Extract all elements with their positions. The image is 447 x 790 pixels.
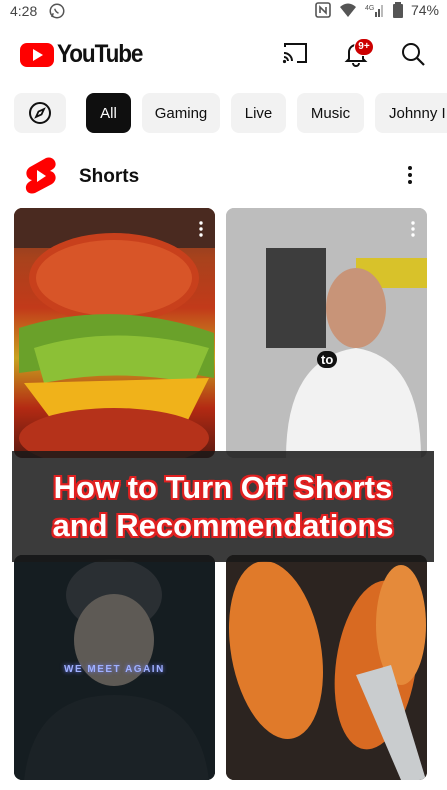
more-vert-icon[interactable] [402, 164, 418, 186]
battery-icon [392, 2, 403, 18]
title-overlay-banner: How to Turn Off Shorts and Recommendatio… [12, 451, 434, 562]
chip-gaming[interactable]: Gaming [142, 93, 220, 133]
status-time: 4:28 [10, 3, 38, 19]
chip-johnny[interactable]: Johnny I [375, 93, 447, 133]
chip-music[interactable]: Music [297, 93, 364, 133]
shorts-section-header: Shorts [0, 150, 447, 200]
overlay-line-1: How to Turn Off Shorts [53, 469, 393, 505]
top-app-bar: YouTube 9+ [0, 22, 447, 84]
chip-live[interactable]: Live [231, 93, 286, 133]
chip-all[interactable]: All [86, 93, 131, 133]
short-caption: WE MEET AGAIN [64, 664, 165, 675]
explore-icon [29, 102, 51, 124]
status-bar: 4:28 4G 74% [0, 0, 447, 22]
short-tile[interactable] [226, 555, 427, 780]
short-tile[interactable] [14, 208, 215, 458]
battery-percentage: 74% [410, 2, 439, 18]
short-tile[interactable]: WE MEET AGAIN [14, 555, 215, 780]
burger-thumbnail [14, 208, 215, 458]
more-vert-icon[interactable] [195, 220, 207, 238]
shorts-title: Shorts [79, 166, 140, 187]
short-tile[interactable]: to [226, 208, 427, 458]
wifi-icon [339, 3, 356, 17]
notification-badge: 9+ [354, 38, 374, 56]
bottom-nav-edge [0, 780, 447, 790]
shorts-icon [25, 157, 56, 194]
svg-text:4G: 4G [365, 5, 374, 12]
nfc-icon [315, 2, 331, 18]
overlay-line-2: and Recommendations [52, 507, 394, 543]
youtube-logo-icon [20, 42, 54, 67]
search-icon[interactable] [400, 41, 426, 67]
fried-chicken-thumbnail [226, 555, 427, 780]
status-icons: 4G 74% [315, 2, 439, 18]
man-thumbnail [226, 208, 427, 458]
explore-button[interactable] [14, 93, 66, 133]
short-caption: to [317, 351, 338, 368]
youtube-logo-text: YouTube [57, 40, 143, 68]
signal-icon: 4G [365, 5, 383, 17]
more-vert-icon[interactable] [407, 220, 419, 238]
category-chips: All Gaming Live Music Johnny I [0, 93, 447, 133]
whatsapp-icon [49, 3, 65, 19]
cast-icon[interactable] [282, 42, 308, 64]
youtube-logo[interactable]: YouTube [20, 40, 152, 69]
